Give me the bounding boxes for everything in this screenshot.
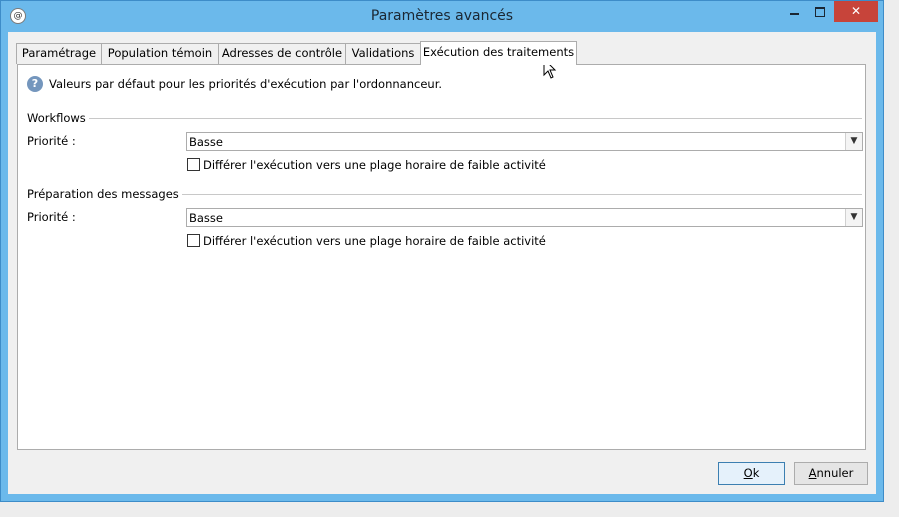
ok-button[interactable]: Ok [718, 462, 785, 485]
info-text: Valeurs par défaut pour les priorités d'… [49, 77, 443, 91]
cancel-mnemonic: A [808, 466, 817, 480]
chevron-down-icon[interactable]: ▼ [845, 133, 862, 150]
ok-label: k [752, 466, 760, 480]
messages-defer-label[interactable]: Différer l'exécution vers une plage hora… [203, 234, 546, 248]
title-bar[interactable]: @ Paramètres avancés ✕ [1, 1, 883, 32]
chevron-down-icon[interactable]: ▼ [845, 209, 862, 226]
messages-priority-select[interactable]: Basse ▼ [186, 208, 863, 227]
maximize-icon [815, 6, 825, 17]
tab-panel: ? Valeurs par défaut pour les priorités … [17, 64, 866, 450]
group-separator [27, 118, 862, 119]
maximize-button[interactable] [807, 1, 833, 22]
ok-mnemonic: O [743, 466, 753, 480]
tab-validations[interactable]: Validations [345, 43, 421, 64]
workflows-group-title: Workflows [27, 111, 89, 125]
workflows-priority-value: Basse [189, 135, 223, 149]
messages-priority-label: Priorité : [27, 210, 76, 224]
question-icon: ? [27, 76, 43, 92]
messages-group-title: Préparation des messages [27, 187, 182, 201]
dialog-client-area: Paramétrage Population témoin Adresses d… [8, 32, 876, 494]
dialog-window: @ Paramètres avancés ✕ Paramétrage Popul… [0, 0, 884, 502]
workflows-priority-select[interactable]: Basse ▼ [186, 132, 863, 151]
tab-execution-traitements[interactable]: Exécution des traitements [420, 41, 577, 65]
window-title: Paramètres avancés [370, 8, 514, 24]
messages-priority-value: Basse [189, 211, 223, 225]
close-icon: ✕ [850, 4, 862, 18]
tab-population-temoin[interactable]: Population témoin [101, 43, 219, 64]
workflows-priority-label: Priorité : [27, 134, 76, 148]
minimize-icon [789, 12, 799, 15]
cancel-label: nnuler [816, 466, 854, 480]
minimize-button[interactable] [781, 1, 807, 22]
cancel-button[interactable]: Annuler [794, 462, 868, 485]
workflows-defer-checkbox[interactable] [187, 158, 200, 171]
workflows-defer-label[interactable]: Différer l'exécution vers une plage hora… [203, 158, 546, 172]
tab-adresses-controle[interactable]: Adresses de contrôle [218, 43, 346, 64]
close-button[interactable]: ✕ [834, 1, 878, 22]
messages-defer-checkbox[interactable] [187, 234, 200, 247]
tab-parametrage[interactable]: Paramétrage [16, 43, 102, 64]
